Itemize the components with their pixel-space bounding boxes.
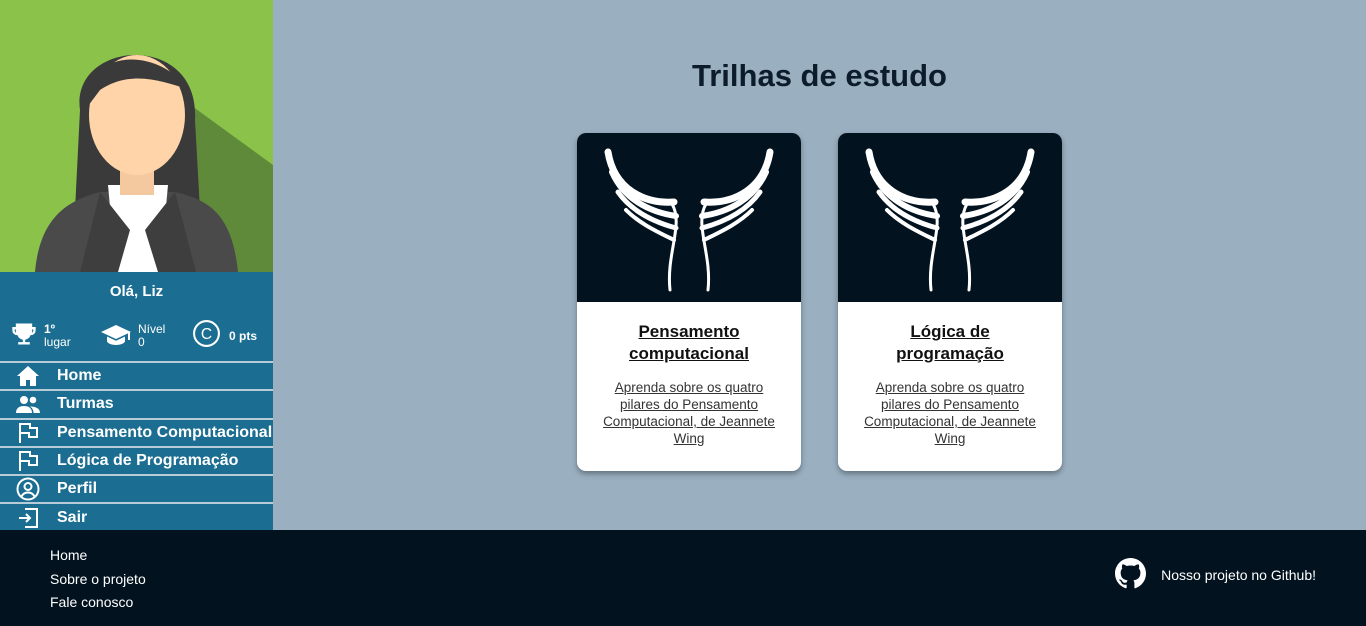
card-title-link[interactable]: Pensamento computacional xyxy=(597,321,781,365)
points-value: 0 pts xyxy=(229,328,258,343)
coin-icon: C xyxy=(192,319,221,353)
footer-link-home[interactable]: Home xyxy=(50,544,146,568)
nav-label: Lógica de Programação xyxy=(57,452,239,470)
svg-text:C: C xyxy=(201,326,212,343)
sidebar: Olá, Liz 1º lugar Nível 0 C 0 pts Home T… xyxy=(0,0,273,531)
greeting: Olá, Liz xyxy=(109,283,164,300)
card-description-link[interactable]: Aprenda sobre os quatro pilares do Pensa… xyxy=(858,379,1042,447)
nav-label: Turmas xyxy=(57,395,114,413)
logout-icon xyxy=(0,507,57,529)
course-card[interactable]: Pensamento computacional Aprenda sobre o… xyxy=(577,133,801,471)
card-title-link[interactable]: Lógica de programação xyxy=(858,321,1042,365)
nav-item-perfil[interactable]: Perfil xyxy=(0,474,273,503)
nav-label: Pensamento Computacional xyxy=(57,423,273,441)
points-stat: C 0 pts xyxy=(192,318,257,354)
card-description-link[interactable]: Aprenda sobre os quatro pilares do Pensa… xyxy=(597,379,781,447)
avatar xyxy=(0,0,273,272)
user-stats: 1º lugar Nível 0 C 0 pts xyxy=(0,318,273,358)
github-link[interactable]: Nosso projeto no Github! xyxy=(1115,558,1316,592)
users-icon xyxy=(0,394,57,414)
github-label: Nosso projeto no Github! xyxy=(1161,567,1316,583)
nav-item-home[interactable]: Home xyxy=(0,361,273,390)
rank-value: 1º xyxy=(44,322,56,336)
level-stat: Nível 0 xyxy=(100,318,165,354)
flag-icon xyxy=(0,422,57,444)
footer-links: Home Sobre o projeto Fale conosco xyxy=(50,544,146,615)
level-value: 0 xyxy=(138,335,145,349)
graduation-cap-icon xyxy=(100,320,132,353)
home-icon xyxy=(0,365,57,387)
nav-item-turmas[interactable]: Turmas xyxy=(0,389,273,418)
rank-label: lugar xyxy=(44,335,71,349)
course-card[interactable]: Lógica de programação Aprenda sobre os q… xyxy=(838,133,1062,471)
footer-link-sobre[interactable]: Sobre o projeto xyxy=(50,568,146,592)
nav-item-logica-de-programacao[interactable]: Lógica de Programação xyxy=(0,445,273,475)
footer-link-contato[interactable]: Fale conosco xyxy=(50,591,146,615)
wings-icon xyxy=(838,133,1062,302)
trophy-icon xyxy=(10,320,38,353)
page-title: Trilhas de estudo xyxy=(692,58,947,93)
github-icon xyxy=(1115,558,1161,592)
rank-stat: 1º lugar xyxy=(10,318,71,354)
nav-label: Perfil xyxy=(57,480,98,498)
nav-item-pensamento-computacional[interactable]: Pensamento Computacional xyxy=(0,417,273,446)
footer: Home Sobre o projeto Fale conosco Nosso … xyxy=(0,530,1366,626)
nav-label: Home xyxy=(57,367,102,385)
nav-label: Sair xyxy=(57,508,88,526)
user-circle-icon xyxy=(0,477,57,501)
flag-icon xyxy=(0,450,57,472)
nav-item-sair[interactable]: Sair xyxy=(0,502,273,531)
wings-icon xyxy=(577,133,801,302)
sidebar-nav: Home Turmas Pensamento Computacional Lóg… xyxy=(0,361,273,531)
